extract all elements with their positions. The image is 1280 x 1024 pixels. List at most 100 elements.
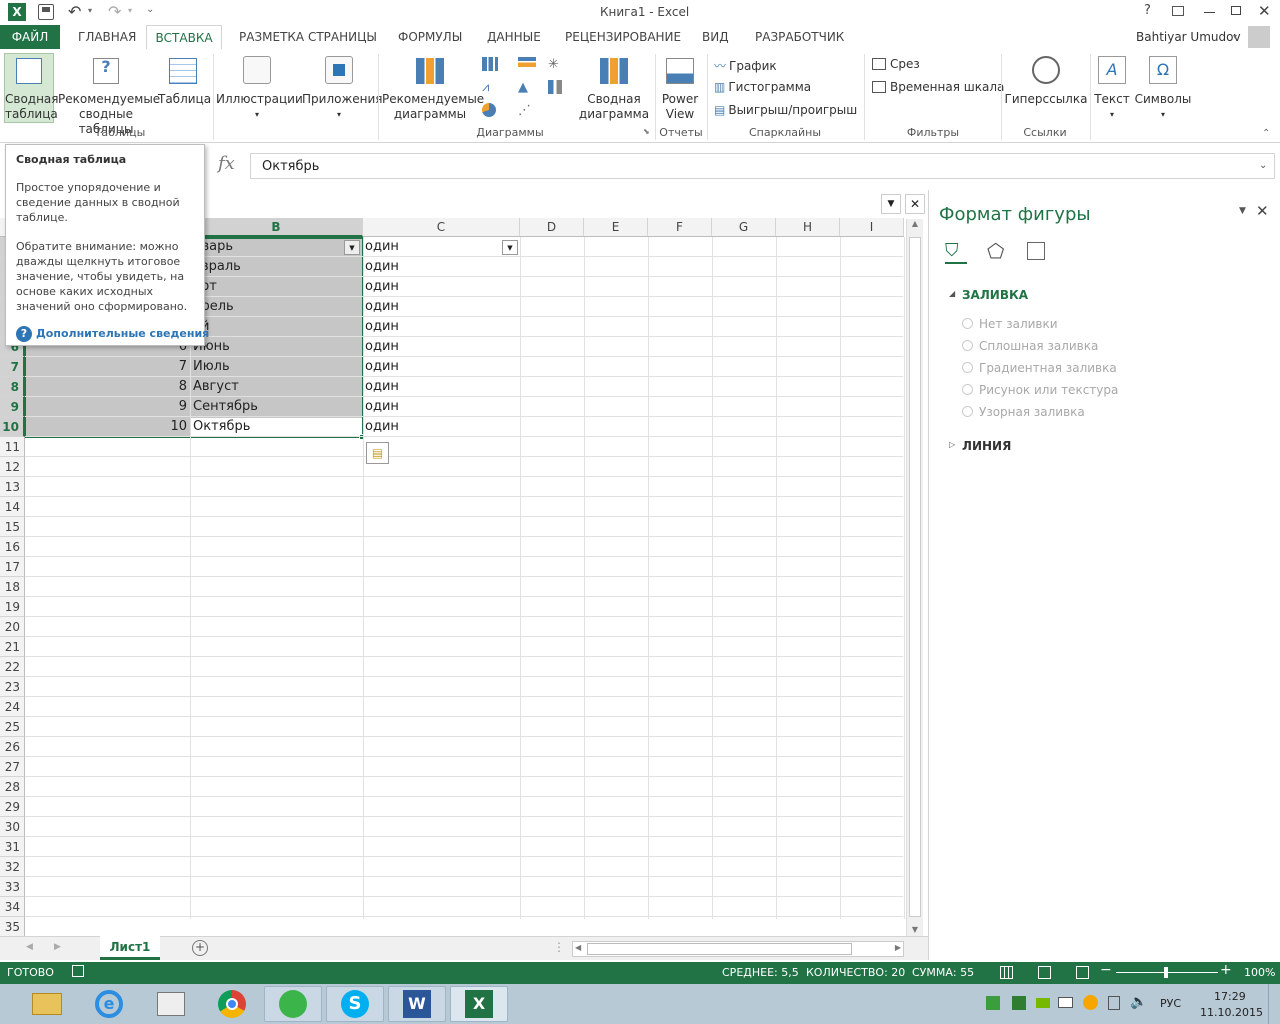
save-icon[interactable] bbox=[38, 4, 54, 20]
cell-b[interactable]: Сентябрь bbox=[193, 397, 343, 417]
column-header-i[interactable]: I bbox=[840, 218, 904, 237]
cell-b[interactable]: ай bbox=[193, 317, 343, 337]
clock-time[interactable]: 17:29 bbox=[1214, 990, 1246, 1003]
tab-review[interactable]: РЕЦЕНЗИРОВАНИЕ bbox=[563, 25, 683, 49]
filter-dropdown-icon[interactable]: ▼ bbox=[502, 240, 518, 255]
row-header[interactable]: 13 bbox=[0, 477, 25, 497]
size-properties-icon[interactable] bbox=[1027, 242, 1045, 260]
row-header[interactable]: 18 bbox=[0, 577, 25, 597]
clock-date[interactable]: 11.10.2015 bbox=[1200, 1006, 1263, 1019]
close-pane-icon[interactable]: ✕ bbox=[905, 194, 925, 214]
cell-c[interactable]: один bbox=[365, 237, 500, 257]
cell-c[interactable]: один bbox=[365, 417, 500, 437]
row-header[interactable]: 25 bbox=[0, 717, 25, 737]
avatar[interactable] bbox=[1248, 26, 1270, 48]
cell-c[interactable]: один bbox=[365, 317, 500, 337]
radio-solid-fill[interactable] bbox=[962, 340, 973, 351]
tab-data[interactable]: ДАННЫЕ bbox=[485, 25, 543, 49]
user-dropdown-icon[interactable]: ▾ bbox=[1233, 32, 1237, 41]
excel-taskbar-icon[interactable]: X bbox=[450, 986, 508, 1022]
horizontal-scroll-thumb[interactable] bbox=[587, 943, 852, 955]
row-header[interactable]: 17 bbox=[0, 557, 25, 577]
normal-view-icon[interactable] bbox=[1000, 966, 1013, 979]
illustrations-button[interactable]: Иллюстрации ▾ bbox=[216, 56, 303, 122]
scroll-down-icon[interactable]: ▼ bbox=[907, 925, 923, 934]
line-expand-icon[interactable]: ▷ bbox=[949, 440, 955, 449]
sparkline-winloss-button[interactable]: ▤ Выигрыш/проигрыш bbox=[714, 103, 857, 117]
timeline-button[interactable]: Временная шкала bbox=[872, 80, 1004, 94]
mail-agent-icon[interactable] bbox=[264, 986, 322, 1022]
cell-b[interactable]: Август bbox=[193, 377, 343, 397]
bar-chart-icon[interactable] bbox=[518, 57, 536, 71]
sheet-prev-icon[interactable]: ◀ bbox=[26, 942, 33, 952]
row-header[interactable]: 30 bbox=[0, 817, 25, 837]
hyperlink-button[interactable]: Гиперссылка bbox=[1004, 56, 1088, 107]
cell-b[interactable]: нварь bbox=[193, 237, 343, 257]
pane-close-icon[interactable]: ✕ bbox=[1256, 202, 1269, 220]
redo-icon[interactable]: ↷ bbox=[108, 2, 121, 21]
line-section-header[interactable]: ЛИНИЯ bbox=[962, 439, 1011, 453]
help-button[interactable]: ? bbox=[1144, 3, 1151, 18]
apps-button[interactable]: Приложения ▾ bbox=[302, 56, 383, 122]
row-header[interactable]: 9 bbox=[0, 397, 25, 417]
radio-no-fill[interactable] bbox=[962, 318, 973, 329]
row-header[interactable]: 8 bbox=[0, 377, 25, 397]
row-header[interactable]: 10 bbox=[0, 417, 25, 437]
cell-b[interactable]: Июнь bbox=[193, 337, 343, 357]
tray-app-icon[interactable] bbox=[986, 996, 1000, 1010]
row-header[interactable]: 16 bbox=[0, 537, 25, 557]
stock-chart-icon[interactable] bbox=[548, 80, 562, 94]
vertical-scroll-thumb[interactable] bbox=[909, 237, 921, 917]
fill-section-header[interactable]: ЗАЛИВКА bbox=[962, 288, 1028, 302]
row-header[interactable]: 11 bbox=[0, 437, 25, 457]
zoom-out-icon[interactable]: − bbox=[1100, 962, 1112, 978]
column-header-c[interactable]: C bbox=[363, 218, 520, 237]
fill-line-icon[interactable]: ⛉ bbox=[945, 240, 967, 262]
slicer-button[interactable]: Срез bbox=[872, 57, 920, 71]
filter-dropdown-icon[interactable]: ▼ bbox=[344, 240, 360, 255]
sheet-next-icon[interactable]: ▶ bbox=[54, 942, 61, 952]
cell-c[interactable]: один bbox=[365, 337, 500, 357]
row-header[interactable]: 32 bbox=[0, 857, 25, 877]
cell-b[interactable]: арт bbox=[193, 277, 343, 297]
expand-formula-icon[interactable]: ⌄ bbox=[1259, 160, 1267, 171]
cell-c[interactable]: один bbox=[365, 357, 500, 377]
row-header[interactable]: 7 bbox=[0, 357, 25, 377]
undo-dropdown-icon[interactable]: ▾ bbox=[88, 6, 92, 15]
skype-icon[interactable]: S bbox=[326, 986, 384, 1022]
scroll-right-icon[interactable]: ▶ bbox=[895, 943, 901, 952]
line-chart-icon[interactable]: ⩘ bbox=[482, 80, 489, 95]
recommended-charts-button[interactable]: Рекомендуемые диаграммы bbox=[382, 58, 484, 122]
file-explorer-icon[interactable] bbox=[18, 986, 76, 1022]
word-icon[interactable]: W bbox=[388, 986, 446, 1022]
radio-pattern-fill[interactable] bbox=[962, 406, 973, 417]
scatter-chart-icon[interactable]: ✳ bbox=[548, 57, 559, 72]
quick-analysis-icon[interactable]: ▤ bbox=[366, 442, 389, 464]
restore-icon[interactable] bbox=[1231, 6, 1241, 15]
text-button[interactable]: A Текст ▾ bbox=[1093, 56, 1131, 122]
area-chart-icon[interactable]: ▲ bbox=[518, 80, 528, 95]
cell-c[interactable]: один bbox=[365, 277, 500, 297]
row-header[interactable]: 21 bbox=[0, 637, 25, 657]
split-handle-icon[interactable]: ⋮ bbox=[553, 940, 565, 954]
pane-options-icon[interactable]: ▼ bbox=[1239, 206, 1246, 216]
radio-picture-fill[interactable] bbox=[962, 384, 973, 395]
close-window-icon[interactable]: ✕ bbox=[1258, 2, 1271, 20]
pivot-chart-button[interactable]: Сводная диаграмма bbox=[578, 58, 650, 122]
page-layout-view-icon[interactable] bbox=[1038, 966, 1051, 979]
tray-mail-icon[interactable] bbox=[1058, 997, 1073, 1008]
pane-dropdown-icon[interactable]: ▼ bbox=[881, 194, 901, 214]
cell-a[interactable]: 8 bbox=[25, 377, 187, 397]
nvidia-icon[interactable] bbox=[1036, 998, 1050, 1008]
row-header[interactable]: 26 bbox=[0, 737, 25, 757]
customize-qat-icon[interactable]: ⌄ bbox=[146, 4, 154, 15]
cell-c[interactable]: один bbox=[365, 257, 500, 277]
power-view-button[interactable]: Power View bbox=[658, 58, 702, 122]
fx-icon[interactable]: fx bbox=[218, 153, 235, 174]
column-chart-icon[interactable] bbox=[482, 57, 498, 71]
chrome-icon[interactable] bbox=[203, 986, 261, 1022]
formula-input[interactable]: Октябрь bbox=[250, 153, 1275, 179]
tray-app-icon[interactable] bbox=[1012, 996, 1026, 1010]
cell-b[interactable]: Июль bbox=[193, 357, 343, 377]
effects-pentagon-icon[interactable]: ⬠ bbox=[987, 239, 1004, 263]
